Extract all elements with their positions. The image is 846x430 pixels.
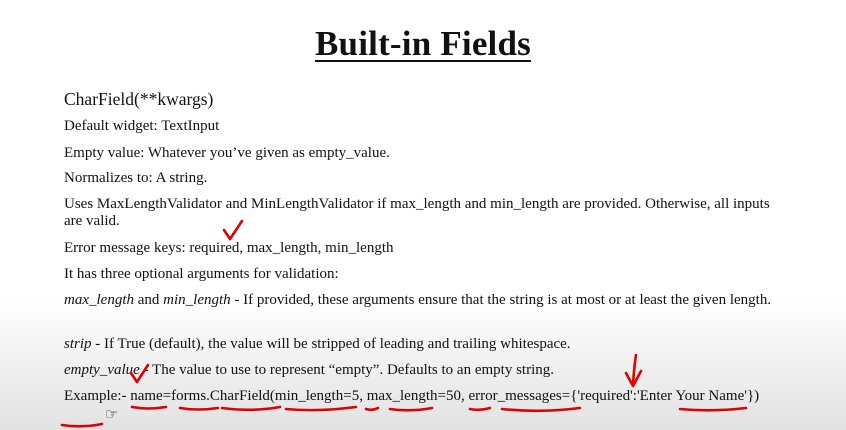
empty-value-desc: - The value to use to represent “empty”.…	[139, 362, 554, 378]
underline-mark	[130, 405, 168, 410]
underline-mark	[468, 406, 492, 412]
page-title: Built-in Fields	[0, 24, 846, 64]
underline-mark	[364, 406, 380, 412]
empty-value-line: Empty value: Whatever you’ve given as em…	[64, 145, 390, 161]
underline-mark	[388, 406, 434, 412]
length-desc: - If provided, these arguments ensure th…	[230, 292, 772, 308]
underline-mark	[220, 405, 282, 412]
underline-mark	[678, 406, 748, 412]
strip-term: strip	[64, 336, 92, 352]
strip-line: strip - If True (default), the value wil…	[64, 336, 571, 353]
empty-value-term: empty_value	[64, 362, 140, 378]
default-widget-line: Default widget: TextInput	[64, 118, 220, 134]
min-length-term: min_length	[163, 292, 231, 308]
pointer-cursor-icon: ☞	[105, 407, 119, 423]
field-heading: CharField(**kwargs)	[64, 89, 214, 109]
normalizes-line: Normalizes to: A string.	[64, 170, 208, 186]
title-text: Built-in Fields	[315, 24, 531, 63]
error-keys-line: Error message keys: required, max_length…	[64, 240, 394, 256]
example-line: Example:- name=forms.CharField(min_lengt…	[64, 388, 760, 404]
strip-desc: - If True (default), the value will be s…	[91, 336, 571, 352]
length-args-line: max_length and min_length - If provided,…	[64, 292, 784, 309]
underline-mark	[178, 406, 220, 411]
optional-args-line: It has three optional arguments for vali…	[64, 266, 339, 282]
arrow-down-icon	[624, 353, 643, 388]
underline-mark	[284, 405, 358, 412]
max-length-term: max_length	[64, 292, 134, 308]
underline-mark	[500, 406, 582, 413]
empty-value-arg-line: empty_value - The value to use to repres…	[64, 362, 554, 379]
and-text: and	[133, 292, 164, 308]
validators-line: Uses MaxLengthValidator and MinLengthVal…	[64, 196, 770, 229]
underline-mark	[60, 422, 104, 428]
